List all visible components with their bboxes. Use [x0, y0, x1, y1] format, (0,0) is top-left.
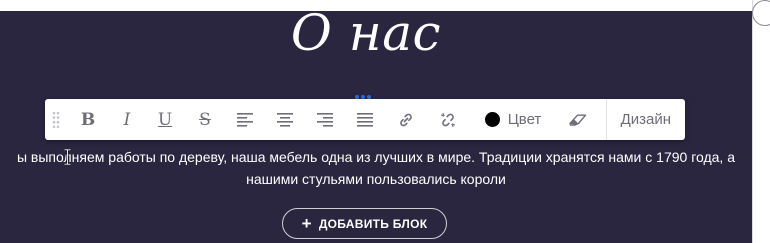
right-gutter — [752, 0, 770, 243]
align-right-button[interactable] — [305, 99, 345, 140]
strikethrough-button[interactable]: S — [185, 99, 225, 140]
align-justify-button[interactable] — [345, 99, 385, 140]
about-text-line-2: нашими стульями пользовались короли — [246, 171, 506, 187]
align-right-icon — [317, 112, 333, 127]
color-label: Цвет — [507, 111, 542, 128]
underline-button[interactable]: U — [145, 99, 185, 140]
align-left-button[interactable] — [225, 99, 265, 140]
link-icon — [400, 113, 412, 126]
page-title[interactable]: О нас — [0, 2, 732, 64]
color-swatch — [484, 112, 500, 127]
about-text-line-1: ы выполняем работы по дереву, наша мебел… — [16, 149, 735, 165]
eraser-icon — [569, 114, 587, 126]
text-format-toolbar: B I U S Цвет Дизайн — [45, 99, 685, 140]
plus-icon: + — [301, 214, 312, 233]
strikethrough-icon: S — [199, 109, 211, 130]
add-block-button[interactable]: + ДОБАВИТЬ БЛОК — [282, 208, 447, 239]
align-justify-icon — [357, 112, 373, 127]
remove-link-button[interactable] — [427, 99, 469, 140]
about-text[interactable]: ы выполняем работы по дереву, наша мебел… — [0, 146, 764, 190]
unlink-icon — [440, 112, 456, 127]
italic-icon: I — [123, 109, 131, 130]
bold-button[interactable]: B — [67, 99, 109, 140]
drag-handle-icon[interactable] — [45, 99, 67, 140]
align-left-icon — [237, 112, 253, 127]
italic-button[interactable]: I — [109, 99, 145, 140]
text-color-button[interactable]: Цвет — [469, 99, 557, 140]
text-cursor-icon — [64, 148, 71, 166]
add-block-label: ДОБАВИТЬ БЛОК — [318, 216, 428, 231]
design-button[interactable]: Дизайн — [605, 99, 685, 140]
align-center-icon — [277, 112, 293, 127]
clear-format-button[interactable] — [557, 99, 599, 140]
insert-link-button[interactable] — [385, 99, 427, 140]
align-center-button[interactable] — [265, 99, 305, 140]
bold-icon: B — [80, 109, 96, 130]
underline-icon: U — [157, 109, 173, 130]
page-canvas: О нас B I U S Цвет Дизайн ы выполняем ра… — [0, 0, 770, 243]
